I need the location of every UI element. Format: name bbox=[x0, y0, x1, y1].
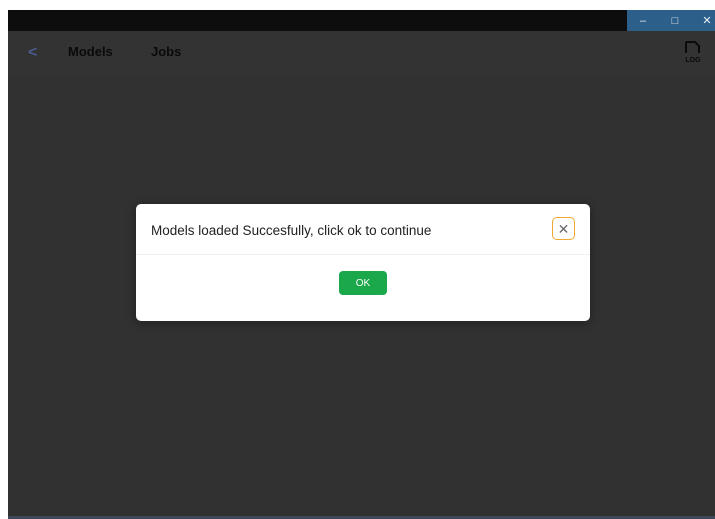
dialog-divider bbox=[136, 254, 590, 255]
app-header: < Models Jobs LOG bbox=[8, 31, 715, 75]
close-icon: ✕ bbox=[557, 220, 570, 237]
dialog-message: Models loaded Succesfully, click ok to c… bbox=[151, 223, 432, 238]
maximize-button[interactable]: □ bbox=[659, 10, 691, 31]
title-bar: – □ ✕ bbox=[8, 10, 715, 31]
log-icon-label: LOG bbox=[685, 57, 701, 64]
window-controls: – □ ✕ bbox=[627, 10, 715, 31]
minimize-button[interactable]: – bbox=[627, 10, 659, 31]
dialog-close-button[interactable]: ✕ bbox=[552, 217, 575, 240]
nav-models-link[interactable]: Models bbox=[68, 44, 113, 59]
log-button[interactable]: LOG bbox=[683, 40, 703, 66]
success-dialog: Models loaded Succesfully, click ok to c… bbox=[136, 204, 590, 321]
ok-button[interactable]: OK bbox=[339, 271, 387, 295]
nav-jobs-link[interactable]: Jobs bbox=[151, 44, 181, 59]
window-close-button[interactable]: ✕ bbox=[691, 10, 715, 31]
back-arrow-icon[interactable]: < bbox=[28, 43, 42, 63]
log-file-icon: LOG bbox=[685, 41, 701, 64]
